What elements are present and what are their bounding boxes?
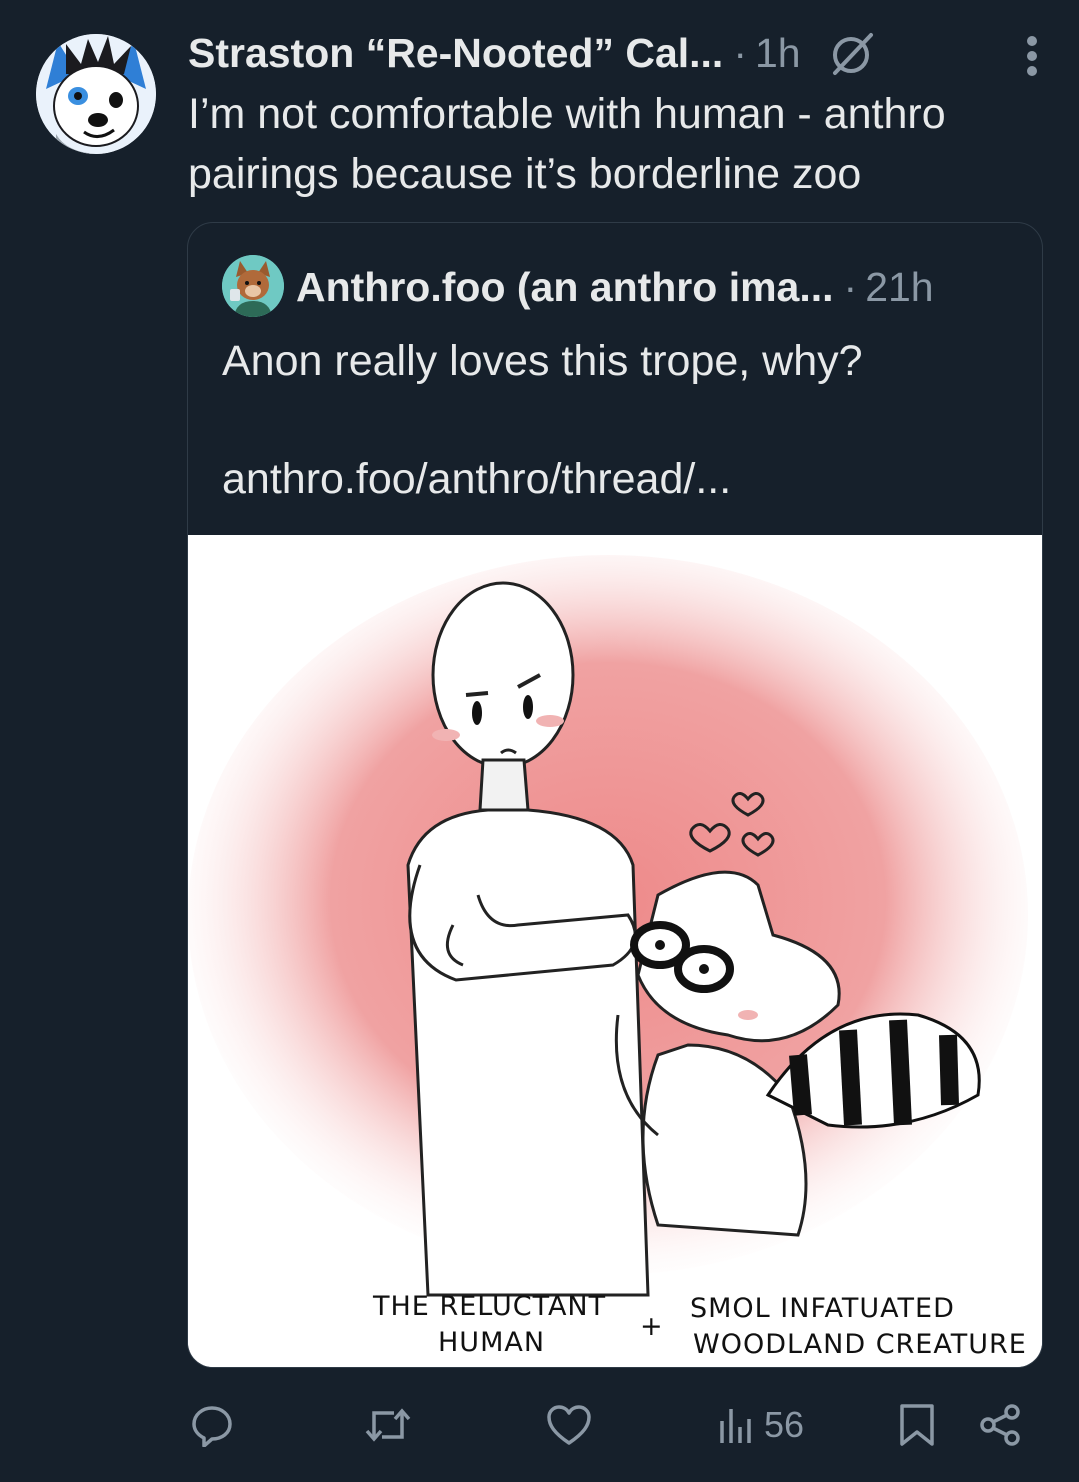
- caption-left-line2: HUMAN: [438, 1327, 545, 1358]
- author-name[interactable]: Straston “Re-Nooted” Cal...: [188, 30, 723, 77]
- post-time[interactable]: 1h: [755, 30, 801, 77]
- share-button[interactable]: [978, 1392, 1022, 1458]
- quoted-post[interactable]: Anthro.foo (an anthro ima... · 21h Anon …: [187, 222, 1043, 1368]
- like-button[interactable]: [546, 1392, 592, 1458]
- caption-right-line1: SMOL INFATUATED: [690, 1293, 955, 1324]
- repost-button[interactable]: [364, 1392, 412, 1458]
- quoted-link[interactable]: anthro.foo/anthro/thread/...: [222, 451, 731, 507]
- caption-plus: +: [640, 1311, 664, 1342]
- reply-icon: [190, 1403, 234, 1447]
- heart-icon: [546, 1403, 592, 1447]
- author-avatar[interactable]: [36, 34, 156, 154]
- caption-right-line2: WOODLAND CREATURE: [693, 1329, 1027, 1360]
- share-icon: [978, 1403, 1022, 1447]
- action-bar: 56: [0, 1392, 1079, 1462]
- views-chart-icon: [718, 1405, 754, 1445]
- separator-dot: ·: [733, 29, 747, 76]
- views-count: 56: [764, 1404, 805, 1445]
- views-button[interactable]: 56: [718, 1392, 804, 1458]
- more-vertical-icon[interactable]: [1025, 36, 1039, 76]
- post-header: Straston “Re-Nooted” Cal... · 1h: [188, 28, 1039, 78]
- post[interactable]: Straston “Re-Nooted” Cal... · 1h I’m not…: [0, 0, 1079, 1482]
- quoted-header: Anthro.foo (an anthro ima... · 21h: [296, 259, 934, 315]
- reply-button[interactable]: [190, 1392, 234, 1458]
- quoted-author-name[interactable]: Anthro.foo (an anthro ima...: [296, 264, 834, 311]
- post-text: I’m not comfortable with human - anthro …: [188, 90, 946, 198]
- empty-set-badge-icon: [829, 29, 877, 77]
- repost-icon: [364, 1403, 412, 1447]
- quoted-time[interactable]: 21h: [865, 264, 933, 311]
- bookmark-button[interactable]: [898, 1392, 936, 1458]
- quoted-text: Anon really loves this trope, why?: [222, 337, 863, 385]
- quoted-image[interactable]: THE RELUCTANT HUMAN + SMOL INFATUATED WO…: [188, 535, 1042, 1367]
- quoted-author-avatar[interactable]: [222, 255, 284, 317]
- bookmark-icon: [898, 1402, 936, 1448]
- caption-left-line1: THE RELUCTANT: [372, 1291, 606, 1322]
- separator-dot: ·: [843, 263, 858, 310]
